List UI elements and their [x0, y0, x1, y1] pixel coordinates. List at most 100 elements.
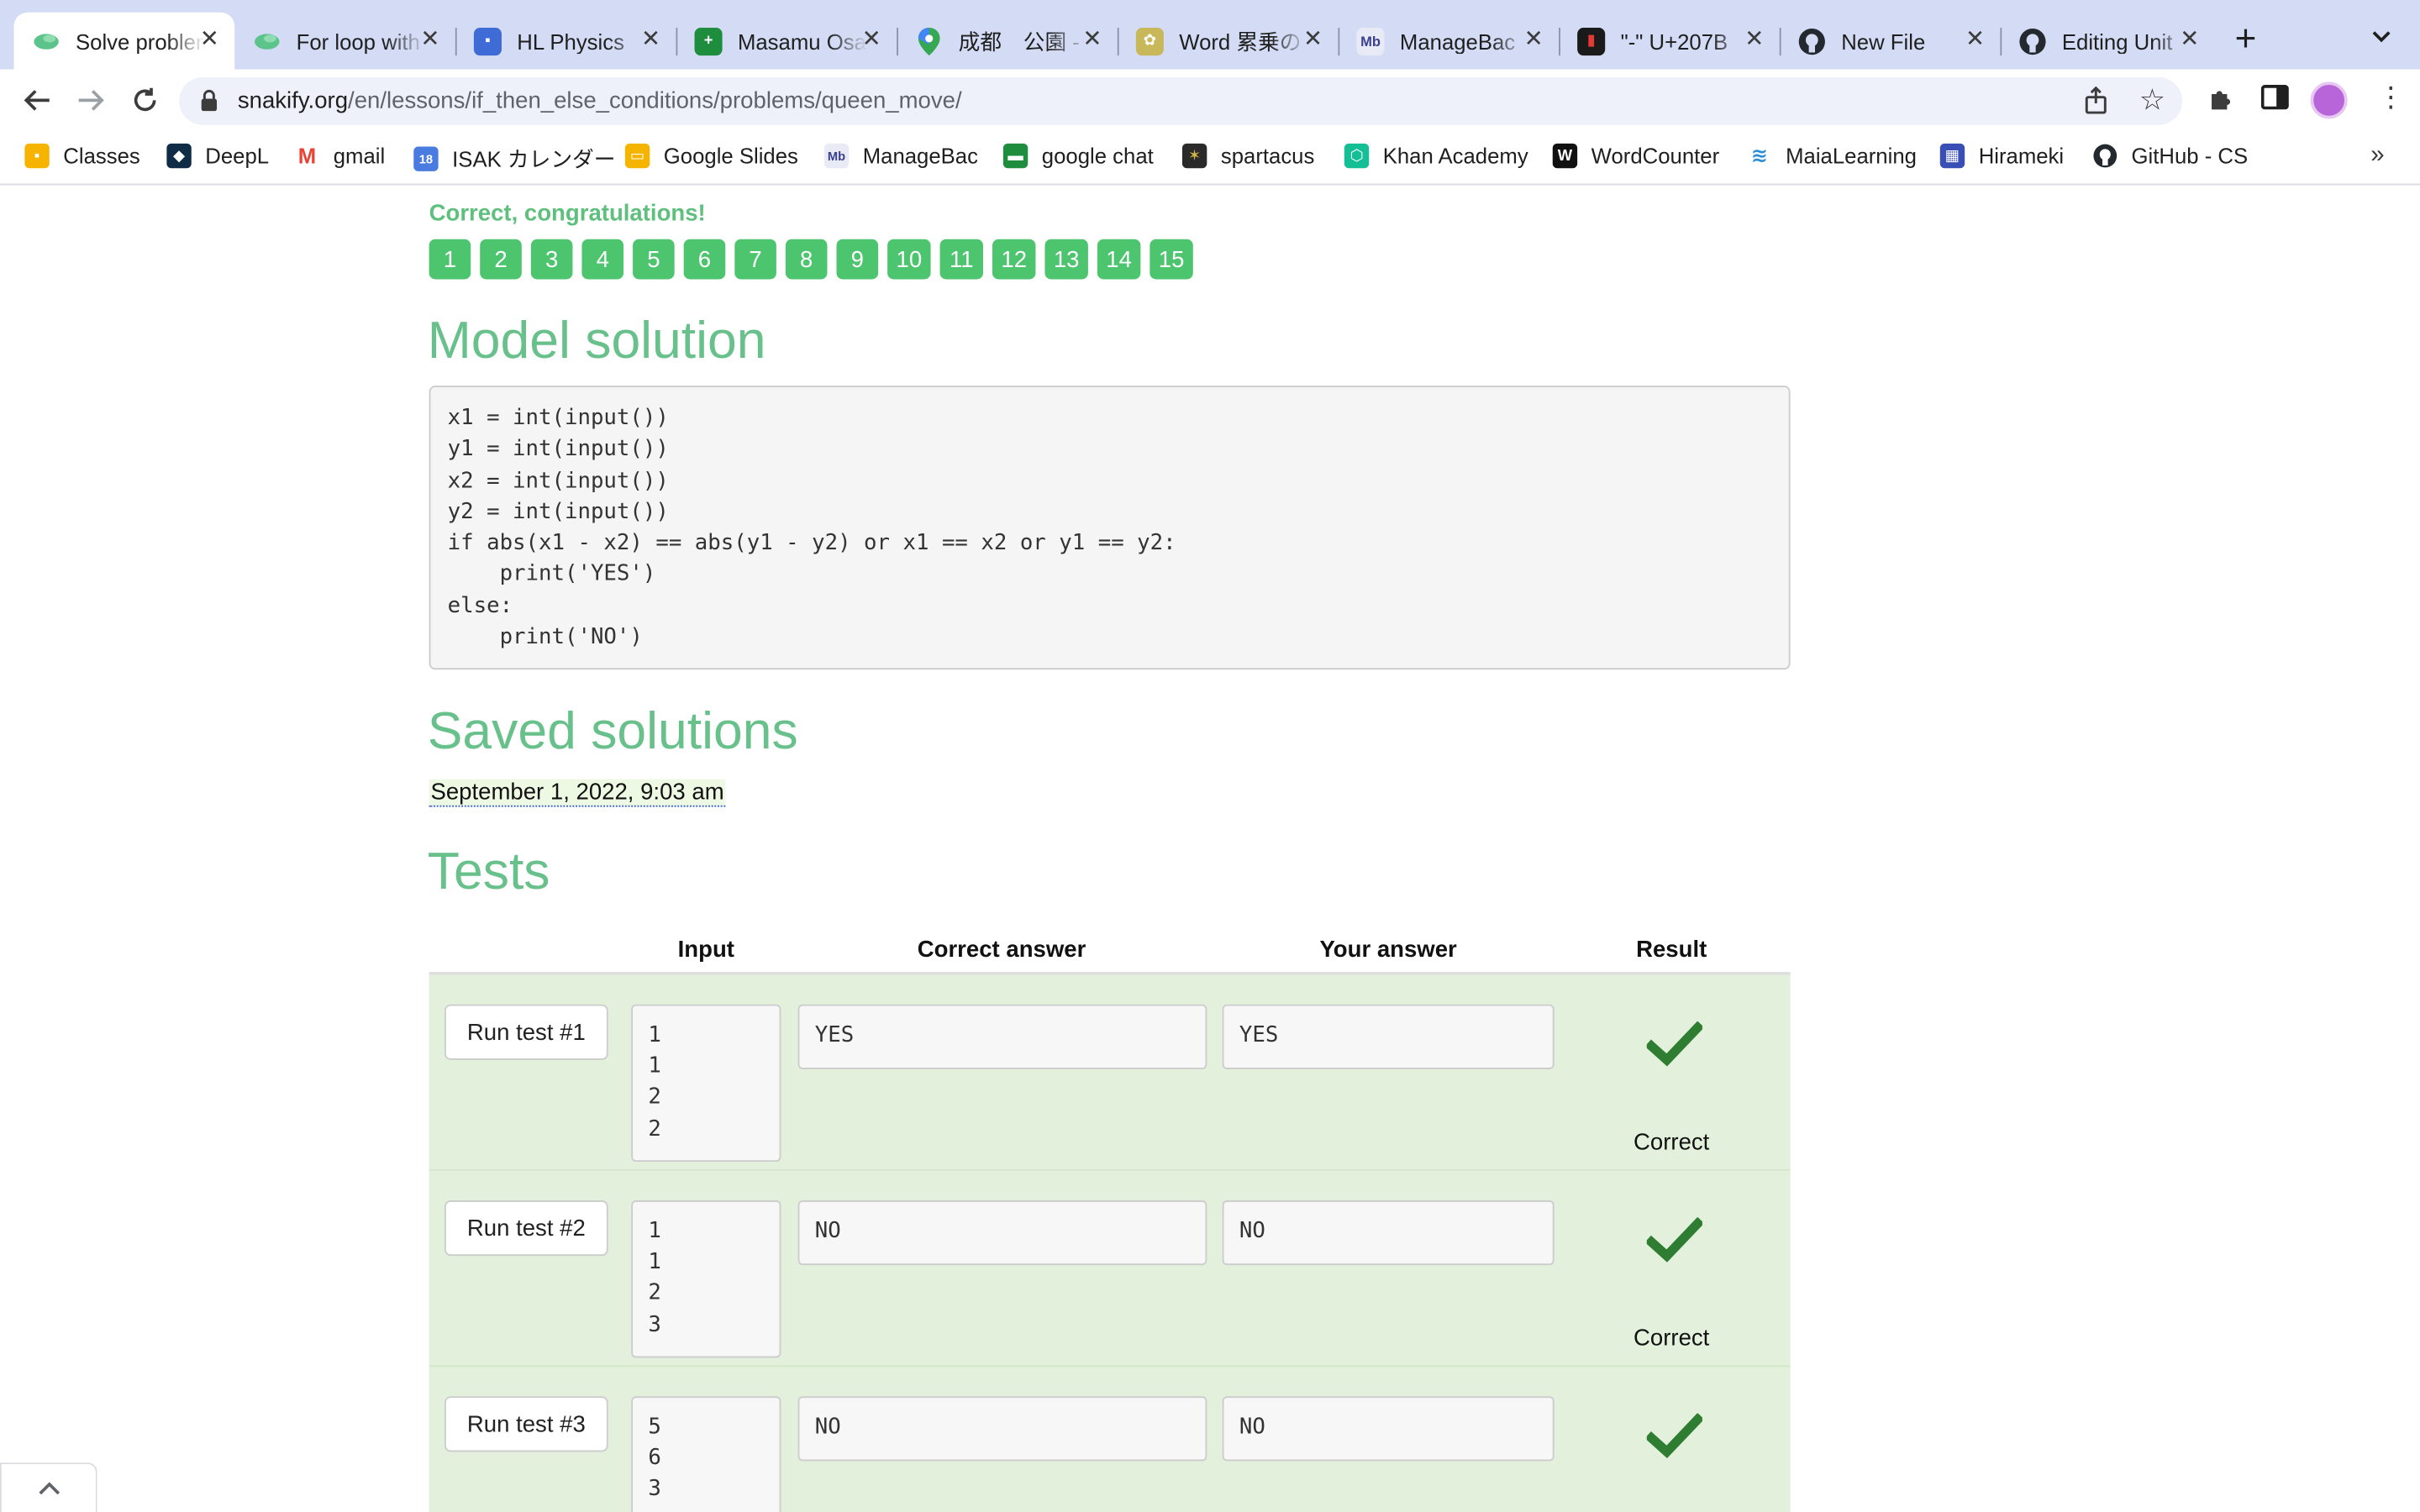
tab-unicode[interactable]: ▮ "-" U+207B ✕ — [1559, 13, 1780, 70]
address-bar[interactable]: snakify.org/en/lessons/if_then_else_cond… — [179, 76, 2183, 125]
bookmark-isak-calendar[interactable]: 18 ISAK カレンダー — [413, 144, 615, 175]
problem-number-button[interactable]: 8 — [785, 239, 828, 280]
run-test-button[interactable]: Run test #1 — [444, 1004, 608, 1060]
problem-number-button[interactable]: 9 — [836, 239, 879, 280]
code-line: y1 = int(input()) — [447, 437, 669, 462]
problem-number-button[interactable]: 14 — [1097, 239, 1141, 280]
problem-number-button[interactable]: 15 — [1150, 239, 1193, 280]
bookmark-gmail[interactable]: Mgmail — [295, 144, 385, 168]
problem-number-button[interactable]: 12 — [992, 239, 1036, 280]
reload-icon[interactable] — [127, 81, 164, 118]
bookmark-google-chat[interactable]: ▬ google chat — [1002, 143, 1154, 169]
bookmark-star-icon[interactable]: ☆ — [2139, 83, 2165, 118]
bookmark-managebac[interactable]: Mb ManageBac — [823, 143, 978, 169]
github-icon — [2018, 27, 2046, 55]
tests-heading: Tests — [427, 842, 550, 901]
close-tab-icon[interactable]: ✕ — [1965, 26, 1985, 54]
result-label: Correct — [1634, 1325, 1710, 1352]
sheets-icon: + — [694, 27, 723, 55]
cartoon-icon: ✿ — [1135, 27, 1164, 55]
close-tab-icon[interactable]: ✕ — [1524, 26, 1544, 54]
close-tab-icon[interactable]: ✕ — [420, 26, 439, 54]
close-tab-icon[interactable]: ✕ — [862, 26, 881, 54]
tab-hl-physics[interactable]: ▪ HL Physics ✕ — [455, 13, 676, 70]
checkmark-icon — [1646, 1217, 1702, 1263]
more-bookmarks-icon[interactable]: » — [2370, 142, 2384, 170]
browser-window: Solve problem ✕ For loop with ✕ ▪ HL Phy… — [0, 0, 2420, 1512]
menu-kebab-icon[interactable]: ⋮ — [2377, 81, 2405, 114]
bookmark-wordcounter[interactable]: W WordCounter — [1552, 143, 1719, 169]
test-input-line: 1 — [648, 1053, 661, 1079]
run-test-button[interactable]: Run test #2 — [444, 1200, 608, 1257]
url-text[interactable]: snakify.org/en/lessons/if_then_else_cond… — [238, 88, 962, 114]
close-tab-icon[interactable]: ✕ — [1082, 26, 1102, 54]
test-input-box[interactable]: 1 1 2 2 — [631, 1004, 781, 1163]
column-result: Result — [1636, 936, 1707, 963]
close-tab-icon[interactable]: ✕ — [1303, 26, 1323, 54]
problem-number-button[interactable]: 10 — [887, 239, 931, 280]
tab-masamu[interactable]: + Masamu Osaki ✕ — [676, 13, 897, 70]
tab-word[interactable]: ✿ Word 累乗の ✕ — [1118, 13, 1339, 70]
bookmark-deepl[interactable]: ◆ DeepL — [166, 143, 269, 169]
bookmark-hirameki[interactable]: ▦ Hirameki — [1939, 143, 2064, 169]
problem-number-button[interactable]: 5 — [633, 239, 675, 280]
tab-editing-unit[interactable]: Editing Unit ✕ — [2000, 13, 2214, 70]
close-tab-icon[interactable]: ✕ — [1744, 26, 1764, 54]
problem-number-button[interactable]: 7 — [734, 239, 776, 280]
wordcounter-icon: W — [1552, 143, 1578, 169]
problem-number-button[interactable]: 13 — [1044, 239, 1088, 280]
saved-solution-link[interactable]: September 1, 2022, 9:03 am — [429, 779, 726, 807]
tab-solve-problem[interactable]: Solve problem ✕ — [13, 12, 235, 70]
gmail-icon: M — [297, 143, 317, 169]
spartacus-icon: ✶ — [1181, 143, 1207, 169]
test-row: Run test #3 5 6 3 NO NO — [429, 1367, 1791, 1512]
problem-number-button[interactable]: 2 — [480, 239, 522, 280]
tab-maps[interactable]: 成都 公園 - ✕ — [897, 13, 1118, 70]
test-input-box[interactable]: 1 1 2 3 — [631, 1200, 781, 1358]
close-tab-icon[interactable]: ✕ — [641, 26, 660, 54]
close-tab-icon[interactable]: ✕ — [2180, 26, 2199, 54]
checkmark-icon — [1646, 1021, 1702, 1067]
problem-number-button[interactable]: 3 — [530, 239, 573, 280]
test-row: Run test #1 1 1 2 2 YES YES Correct — [429, 974, 1791, 1172]
forward-arrow-icon[interactable] — [72, 81, 109, 118]
tab-search-chevron-icon[interactable] — [2370, 24, 2392, 49]
code-line: else: — [447, 593, 513, 619]
lock-icon[interactable] — [201, 89, 218, 119]
side-panel-icon[interactable] — [2260, 85, 2289, 118]
maialearning-icon: ≋ — [1750, 143, 1768, 167]
scroll-up-chevron-icon[interactable] — [0, 1462, 97, 1512]
tab-managebac[interactable]: Mb ManageBac ✕ — [1338, 13, 1559, 70]
new-tab-button[interactable]: + — [2235, 21, 2257, 59]
problem-number-button[interactable]: 1 — [429, 239, 471, 280]
your-answer-box: NO — [1222, 1200, 1555, 1266]
test-input-line: 1 — [648, 1022, 661, 1048]
extensions-puzzle-icon[interactable] — [2207, 85, 2235, 120]
run-test-button[interactable]: Run test #3 — [444, 1396, 608, 1452]
model-solution-heading: Model solution — [427, 312, 766, 370]
test-input-box[interactable]: 5 6 3 — [631, 1396, 781, 1512]
code-line: print('YES') — [447, 562, 656, 587]
bookmark-spartacus[interactable]: ✶ spartacus — [1181, 143, 1314, 169]
your-answer-box: NO — [1222, 1396, 1555, 1462]
bookmark-khan-academy[interactable]: ⬡ Khan Academy — [1344, 143, 1528, 169]
code-line: if abs(x1 - x2) == abs(y1 - y2) or x1 ==… — [447, 531, 1176, 556]
calendar-icon: 18 — [413, 146, 439, 171]
test-input-line: 2 — [648, 1281, 661, 1306]
close-tab-icon[interactable]: ✕ — [200, 26, 219, 54]
test-input-line: 3 — [648, 1312, 661, 1337]
your-answer-box: YES — [1222, 1004, 1555, 1069]
back-arrow-icon[interactable] — [18, 81, 55, 118]
tab-for-loop[interactable]: For loop with ✕ — [234, 13, 455, 70]
tab-new-file[interactable]: New File ✕ — [1780, 13, 2001, 70]
share-icon[interactable] — [2085, 86, 2107, 122]
bookmark-maialearning[interactable]: ≋ MaiaLearning — [1747, 144, 1917, 168]
bookmark-github-cs[interactable]: GitHub - CS — [2093, 144, 2248, 168]
problem-number-button[interactable]: 6 — [683, 239, 726, 280]
problem-number-button[interactable]: 4 — [581, 239, 624, 280]
bookmark-google-slides[interactable]: ▭ Google Slides — [624, 143, 798, 169]
profile-avatar[interactable] — [2310, 81, 2348, 119]
problem-number-button[interactable]: 11 — [939, 239, 983, 280]
code-line: y2 = int(input()) — [447, 499, 669, 525]
bookmark-classes[interactable]: ▪ Classes — [24, 143, 140, 169]
